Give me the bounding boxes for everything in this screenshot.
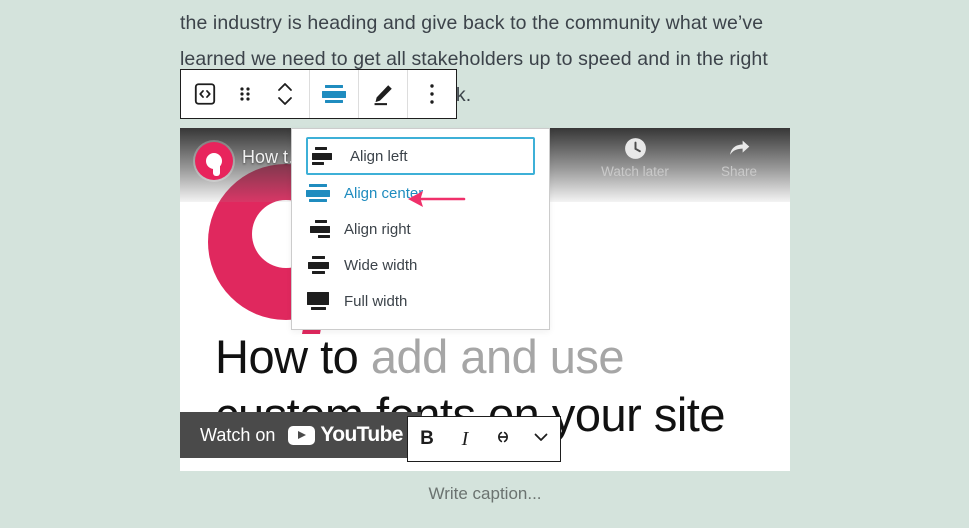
watch-later-label: Watch later	[601, 164, 669, 179]
alignment-dropdown-menu: Align left Align center Align right Wide…	[291, 128, 550, 330]
align-menu-item-align-right[interactable]: Align right	[292, 211, 549, 247]
align-menu-label: Align center	[344, 184, 424, 202]
block-toolbar-group-edit	[359, 70, 408, 118]
block-toolbar-group-mover	[181, 70, 310, 118]
pencil-icon	[370, 81, 396, 107]
align-center-icon	[306, 181, 330, 205]
share-label: Share	[720, 164, 758, 179]
chevron-up-down-icon	[275, 80, 295, 108]
align-center-icon	[322, 82, 346, 106]
move-up-down-button[interactable]	[261, 70, 309, 118]
edit-url-button[interactable]	[359, 70, 407, 118]
youtube-wordmark: YouTube	[320, 423, 403, 446]
watch-on-youtube-badge[interactable]: Watch on YouTube	[180, 412, 421, 458]
drag-handle-button[interactable]	[229, 70, 261, 118]
channel-avatar-icon[interactable]	[195, 142, 233, 180]
video-headline-part2: add and use	[370, 330, 625, 383]
video-headline-part1: How to	[215, 330, 371, 383]
drag-dots-icon	[239, 84, 251, 104]
align-menu-item-full-width[interactable]: Full width	[292, 283, 549, 319]
align-menu-item-align-left[interactable]: Align left	[306, 137, 535, 175]
align-menu-label: Full width	[344, 292, 408, 310]
align-right-icon	[306, 217, 330, 241]
align-menu-item-align-center[interactable]: Align center	[292, 175, 549, 211]
align-menu-label: Align left	[350, 147, 408, 165]
block-toolbar	[180, 69, 457, 119]
video-overlay-actions: Watch later Share	[596, 136, 778, 179]
rich-text-format-toolbar: B I	[407, 416, 561, 462]
more-options-button[interactable]	[408, 70, 456, 118]
wide-width-icon	[306, 253, 330, 277]
youtube-play-icon	[288, 425, 316, 445]
more-rich-text-button[interactable]	[522, 417, 560, 461]
change-alignment-button[interactable]	[310, 70, 358, 118]
italic-button[interactable]: I	[446, 417, 484, 461]
link-icon	[492, 426, 514, 453]
paragraph-line: the industry is heading and give back to…	[180, 12, 764, 34]
align-menu-label: Wide width	[344, 256, 418, 274]
share-button[interactable]: Share	[700, 136, 778, 179]
caption-placeholder[interactable]: Write caption...	[180, 484, 790, 504]
block-toolbar-group-options	[408, 70, 456, 118]
code-embed-icon	[192, 81, 218, 107]
watch-on-label: Watch on	[200, 424, 276, 445]
align-menu-label: Align right	[344, 220, 411, 238]
chevron-down-icon	[532, 428, 550, 451]
watch-later-button[interactable]: Watch later	[596, 136, 674, 179]
bold-button[interactable]: B	[408, 417, 446, 461]
vertical-ellipsis-icon	[429, 83, 435, 105]
link-button[interactable]	[484, 417, 522, 461]
block-type-embed-button[interactable]	[181, 70, 229, 118]
block-toolbar-group-align	[310, 70, 359, 118]
youtube-logo: YouTube	[288, 423, 403, 447]
clock-icon	[596, 136, 674, 161]
full-width-icon	[306, 289, 330, 313]
align-left-icon	[312, 144, 336, 168]
align-menu-item-wide-width[interactable]: Wide width	[292, 247, 549, 283]
share-arrow-icon	[700, 136, 778, 161]
